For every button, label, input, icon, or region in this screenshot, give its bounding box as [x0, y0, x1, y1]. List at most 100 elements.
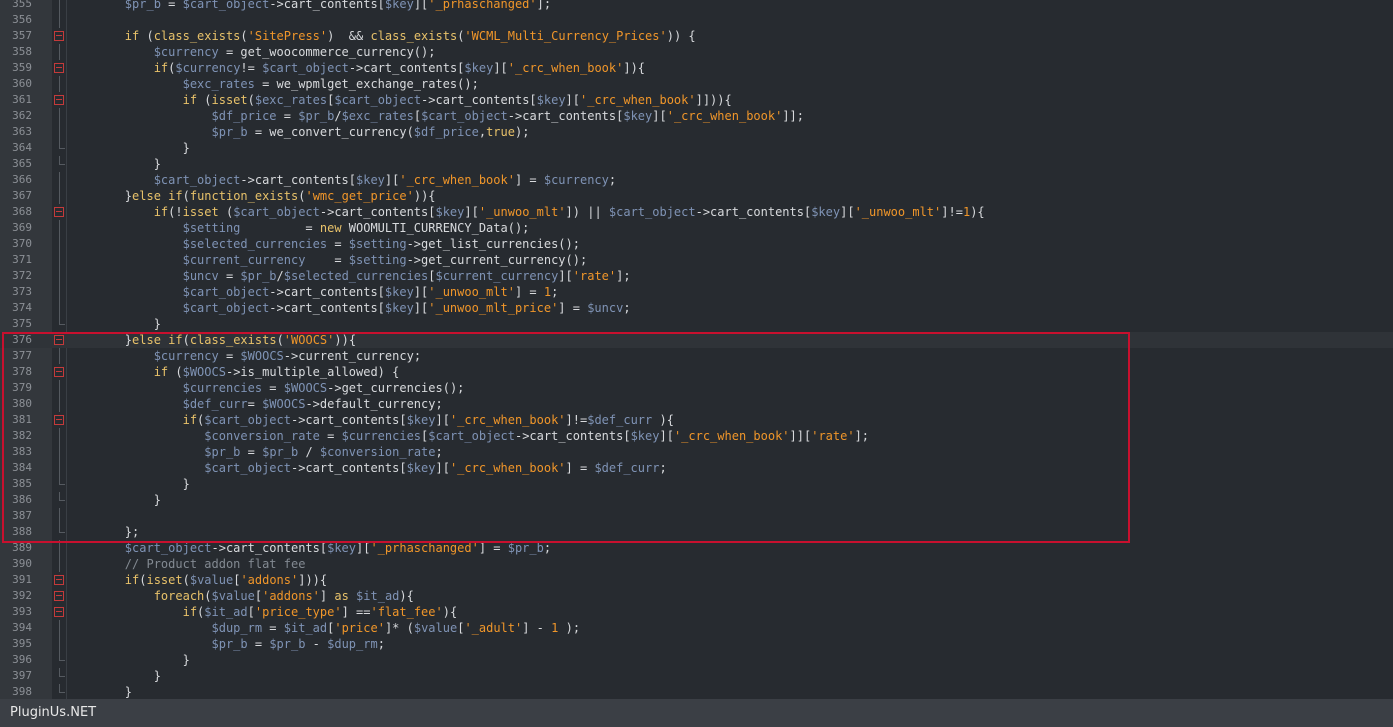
line-number: 371: [12, 253, 32, 266]
code-text[interactable]: $uncv = $pr_b/$selected_currencies[$curr…: [67, 268, 631, 284]
fold-toggle-icon[interactable]: [54, 591, 64, 601]
code-line[interactable]: 390 // Product addon flat fee: [0, 556, 1393, 572]
code-text[interactable]: $pr_b = we_convert_currency($df_price,tr…: [67, 124, 530, 140]
fold-toggle-icon[interactable]: [54, 575, 64, 585]
fold-toggle-icon[interactable]: [54, 31, 64, 41]
fold-toggle-icon[interactable]: [54, 95, 64, 105]
line-number: 370: [12, 237, 32, 250]
code-text[interactable]: $current_currency = $setting->get_curren…: [67, 252, 588, 268]
code-text[interactable]: }: [67, 316, 161, 332]
code-line[interactable]: 398 }: [0, 684, 1393, 699]
code-text[interactable]: }: [67, 140, 190, 156]
code-editor[interactable]: 355 $pr_b = $cart_object->cart_contents[…: [0, 0, 1393, 699]
fold-end-marker: [59, 140, 65, 149]
code-line[interactable]: 358 $currency = get_woocommerce_currency…: [0, 44, 1393, 60]
code-line[interactable]: 359 if($currency!= $cart_object->cart_co…: [0, 60, 1393, 76]
code-text[interactable]: if (isset($exc_rates[$cart_object->cart_…: [67, 92, 732, 108]
code-text[interactable]: if($it_ad['price_type'] =='flat_fee'){: [67, 604, 458, 620]
code-text[interactable]: if($currency!= $cart_object->cart_conten…: [67, 60, 645, 76]
line-number: 375: [12, 317, 32, 330]
line-number: 361: [12, 93, 32, 106]
code-text[interactable]: $cart_object->cart_contents[$key]['_crc_…: [67, 172, 616, 188]
code-text[interactable]: $cart_object->cart_contents[$key]['_unwo…: [67, 284, 559, 300]
code-text[interactable]: $dup_rm = $it_ad['price']* ($value['_adu…: [67, 620, 581, 636]
code-text[interactable]: $pr_b = $pr_b - $dup_rm;: [67, 636, 385, 652]
code-text[interactable]: $cart_object->cart_contents[$key]['_unwo…: [67, 300, 631, 316]
fold-end-marker: [59, 668, 65, 677]
code-text[interactable]: foreach($value['addons'] as $it_ad){: [67, 588, 414, 604]
fold-guide: [59, 636, 60, 652]
line-number: 355: [12, 0, 32, 10]
code-line[interactable]: 391 if(isset($value['addons'])){: [0, 572, 1393, 588]
code-text[interactable]: $exc_rates = we_wpmlget_exchange_rates()…: [67, 76, 479, 92]
line-number: 373: [12, 285, 32, 298]
code-line[interactable]: 368 if(!isset ($cart_object->cart_conten…: [0, 204, 1393, 220]
code-text[interactable]: $currency = get_woocommerce_currency();: [67, 44, 436, 60]
code-line[interactable]: 371 $current_currency = $setting->get_cu…: [0, 252, 1393, 268]
code-text[interactable]: if (class_exists('SitePress') && class_e…: [67, 28, 696, 44]
code-line[interactable]: 374 $cart_object->cart_contents[$key]['_…: [0, 300, 1393, 316]
code-line[interactable]: 361 if (isset($exc_rates[$cart_object->c…: [0, 92, 1393, 108]
fold-guide: [59, 172, 60, 188]
code-line[interactable]: 363 $pr_b = we_convert_currency($df_pric…: [0, 124, 1393, 140]
code-line[interactable]: 369 $setting = new WOOMULTI_CURRENCY_Dat…: [0, 220, 1393, 236]
line-number: 363: [12, 125, 32, 138]
fold-end-marker: [59, 652, 65, 661]
code-text[interactable]: $pr_b = $cart_object->cart_contents[$key…: [67, 0, 551, 12]
code-text[interactable]: }: [67, 668, 161, 684]
code-text[interactable]: }else if(function_exists('wmc_get_price'…: [67, 188, 436, 204]
fold-guide: [59, 556, 60, 572]
code-line[interactable]: 394 $dup_rm = $it_ad['price']* ($value['…: [0, 620, 1393, 636]
line-number: 362: [12, 109, 32, 122]
code-line[interactable]: 365 }: [0, 156, 1393, 172]
code-text[interactable]: // Product addon flat fee: [67, 556, 306, 572]
fold-toggle-icon[interactable]: [54, 207, 64, 217]
line-number: 374: [12, 301, 32, 314]
code-line[interactable]: 396 }: [0, 652, 1393, 668]
fold-end-marker: [59, 156, 65, 165]
code-line[interactable]: 367 }else if(function_exists('wmc_get_pr…: [0, 188, 1393, 204]
code-text[interactable]: $selected_currencies = $setting->get_lis…: [67, 236, 580, 252]
code-line[interactable]: 360 $exc_rates = we_wpmlget_exchange_rat…: [0, 76, 1393, 92]
line-number: 356: [12, 13, 32, 26]
code-text[interactable]: if(!isset ($cart_object->cart_contents[$…: [67, 204, 985, 220]
code-text[interactable]: }: [67, 684, 132, 699]
code-line[interactable]: 366 $cart_object->cart_contents[$key]['_…: [0, 172, 1393, 188]
code-text[interactable]: $setting = new WOOMULTI_CURRENCY_Data();: [67, 220, 530, 236]
status-bar: PluginUs.NET: [0, 699, 1393, 727]
code-line[interactable]: 373 $cart_object->cart_contents[$key]['_…: [0, 284, 1393, 300]
code-line[interactable]: 357 if (class_exists('SitePress') && cla…: [0, 28, 1393, 44]
line-number: 396: [12, 653, 32, 666]
line-number: 369: [12, 221, 32, 234]
code-line[interactable]: 393 if($it_ad['price_type'] =='flat_fee'…: [0, 604, 1393, 620]
code-line[interactable]: 355 $pr_b = $cart_object->cart_contents[…: [0, 0, 1393, 12]
fold-guide: [59, 300, 60, 316]
line-number: 391: [12, 573, 32, 586]
code-line[interactable]: 392 foreach($value['addons'] as $it_ad){: [0, 588, 1393, 604]
code-text[interactable]: if(isset($value['addons'])){: [67, 572, 327, 588]
code-text[interactable]: $df_price = $pr_b/$exc_rates[$cart_objec…: [67, 108, 805, 124]
line-number: 367: [12, 189, 32, 202]
line-number: 368: [12, 205, 32, 218]
code-line[interactable]: 372 $uncv = $pr_b/$selected_currencies[$…: [0, 268, 1393, 284]
fold-guide: [59, 12, 60, 28]
code-line[interactable]: 356: [0, 12, 1393, 28]
code-line[interactable]: 397 }: [0, 668, 1393, 684]
code-text[interactable]: }: [67, 652, 190, 668]
line-number: 398: [12, 685, 32, 698]
code-line[interactable]: 375 }: [0, 316, 1393, 332]
fold-toggle-icon[interactable]: [54, 63, 64, 73]
code-line[interactable]: 395 $pr_b = $pr_b - $dup_rm;: [0, 636, 1393, 652]
fold-guide: [59, 76, 60, 92]
fold-guide: [59, 108, 60, 124]
fold-guide: [59, 124, 60, 140]
line-number: 392: [12, 589, 32, 602]
code-line[interactable]: 362 $df_price = $pr_b/$exc_rates[$cart_o…: [0, 108, 1393, 124]
code-line[interactable]: 370 $selected_currencies = $setting->get…: [0, 236, 1393, 252]
code-text[interactable]: }: [67, 156, 161, 172]
code-line[interactable]: 364 }: [0, 140, 1393, 156]
fold-toggle-icon[interactable]: [54, 607, 64, 617]
footer-brand: PluginUs.NET: [10, 705, 97, 720]
line-number: 395: [12, 637, 32, 650]
line-number: 394: [12, 621, 32, 634]
